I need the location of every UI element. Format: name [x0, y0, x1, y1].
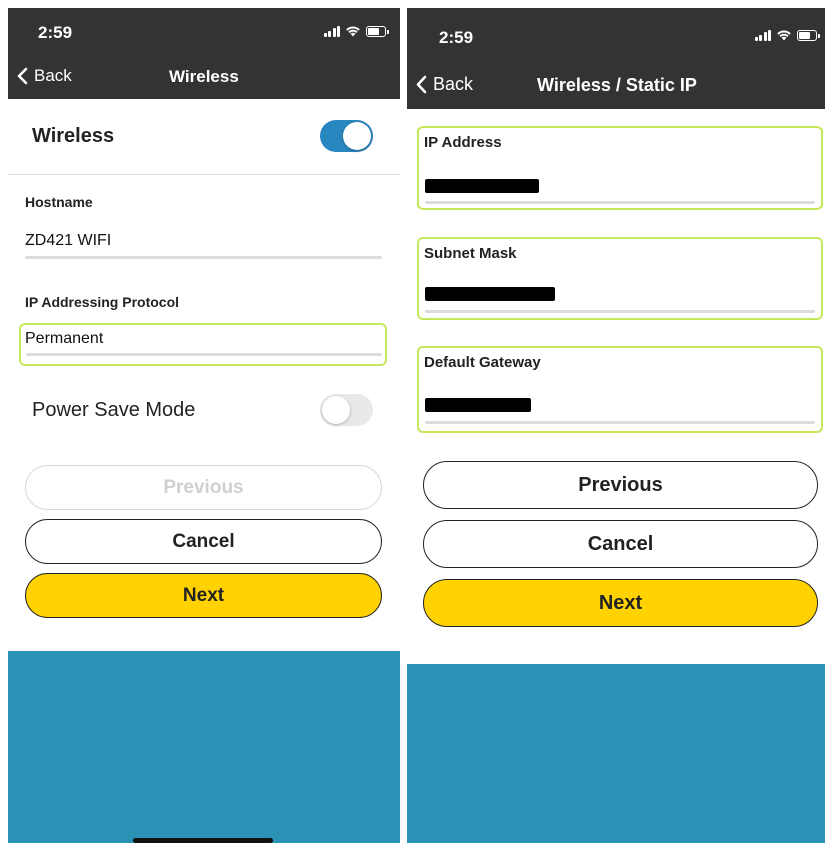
signal-icon: [323, 25, 340, 37]
hostname-input[interactable]: ZD421 WIFI: [25, 232, 111, 250]
back-button[interactable]: Back: [16, 66, 72, 86]
wireless-label: Wireless: [32, 125, 115, 147]
wifi-icon: [346, 26, 360, 37]
status-time: 2:59: [439, 28, 474, 47]
home-indicator[interactable]: [133, 838, 273, 843]
battery-icon: [366, 25, 389, 37]
default-gateway-label: Default Gateway: [424, 354, 541, 371]
wireless-screen: 2:59 Back Wireless Wireless Hostname ZD4…: [8, 8, 400, 843]
static-ip-screen: 2:59 Back Wireless / Static IP IP Addres…: [407, 8, 825, 843]
top-bar: 2:59 Back Wireless: [8, 8, 400, 99]
page-title: Wireless: [169, 67, 239, 86]
signal-icon: [754, 29, 771, 41]
page-title: Wireless / Static IP: [537, 75, 697, 95]
ip-protocol-select[interactable]: Permanent: [19, 323, 387, 366]
divider: [8, 174, 400, 175]
hostname-underline: [25, 256, 382, 259]
ip-address-value-redacted: [425, 179, 539, 193]
wireless-toggle[interactable]: [320, 120, 373, 152]
power-save-label: Power Save Mode: [32, 399, 196, 421]
chevron-left-icon: [17, 67, 28, 85]
status-icons: [754, 29, 820, 41]
previous-button[interactable]: Previous: [25, 465, 382, 510]
back-button[interactable]: Back: [415, 74, 473, 95]
default-gateway-value-redacted: [425, 398, 531, 412]
back-label: Back: [433, 74, 474, 94]
cancel-button[interactable]: Cancel: [25, 519, 382, 564]
previous-button[interactable]: Previous: [423, 461, 818, 509]
power-save-toggle[interactable]: [320, 394, 373, 426]
subnet-mask-underline: [425, 310, 815, 313]
subnet-mask-label: Subnet Mask: [424, 245, 517, 262]
ip-protocol-underline: [26, 353, 382, 356]
next-button[interactable]: Next: [423, 579, 818, 627]
battery-icon: [797, 29, 820, 41]
status-time: 2:59: [38, 23, 73, 42]
hostname-label: Hostname: [25, 194, 93, 210]
ip-protocol-label: IP Addressing Protocol: [25, 294, 180, 310]
footer-panel: [407, 664, 825, 843]
default-gateway-field[interactable]: Default Gateway: [417, 346, 823, 433]
ip-address-label: IP Address: [424, 134, 502, 151]
back-label: Back: [34, 66, 72, 85]
ip-protocol-value: Permanent: [25, 330, 104, 347]
wifi-icon: [777, 30, 791, 41]
subnet-mask-value-redacted: [425, 287, 555, 301]
ip-address-field[interactable]: IP Address: [417, 126, 823, 210]
next-button[interactable]: Next: [25, 573, 382, 618]
screenshot-stage: 2:59 Back Wireless Wireless Hostname ZD4…: [0, 0, 825, 843]
ip-address-underline: [425, 201, 815, 204]
subnet-mask-field[interactable]: Subnet Mask: [417, 237, 823, 320]
status-icons: [323, 25, 389, 37]
cancel-button[interactable]: Cancel: [423, 520, 818, 568]
footer-panel: [8, 651, 400, 843]
default-gateway-underline: [425, 421, 815, 424]
chevron-left-icon: [416, 75, 427, 94]
top-bar: 2:59 Back Wireless / Static IP: [407, 8, 825, 109]
